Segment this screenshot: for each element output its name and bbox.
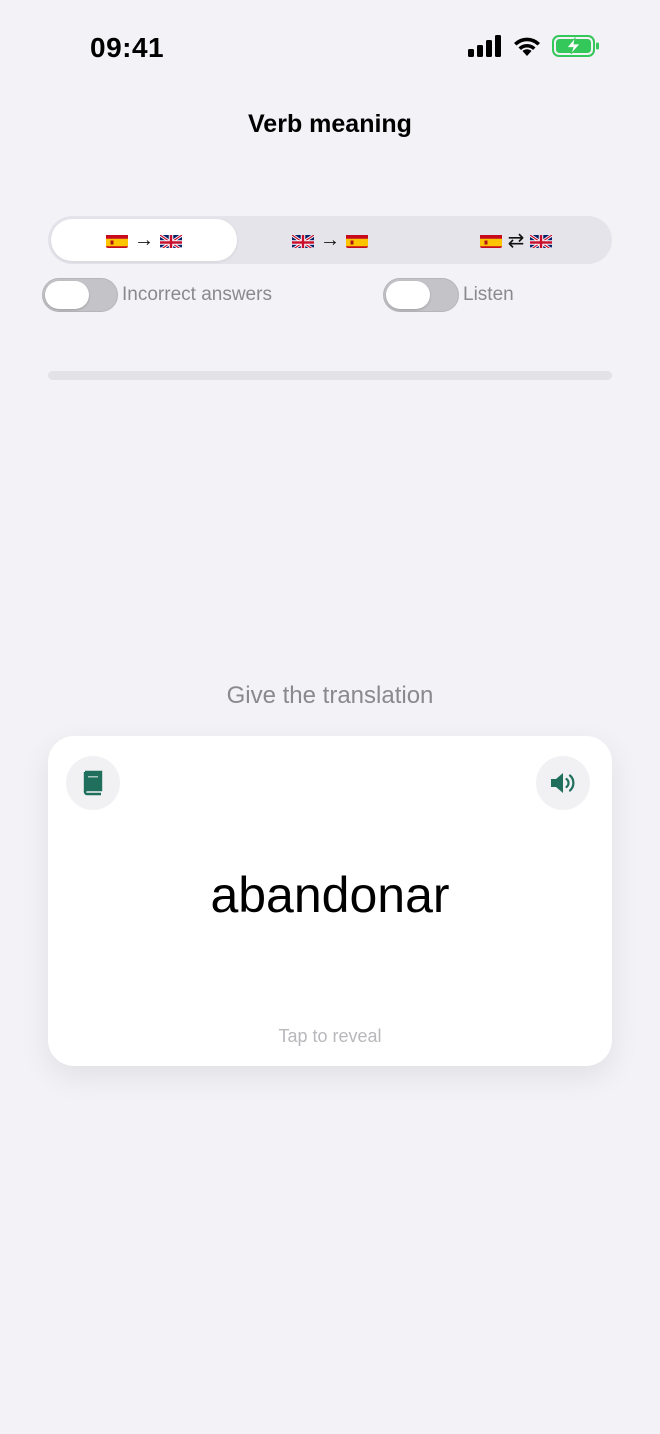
direction-segmented-control: → → ⇄ [48,216,612,264]
arrow-right-icon: → [134,228,154,251]
uk-flag-icon [160,233,182,248]
cellular-signal-icon [468,35,501,57]
status-bar: 09:41 [0,0,660,96]
toggle-knob [386,281,430,309]
swap-arrows-icon: ⇄ [507,229,525,252]
progress-bar [48,371,612,380]
spain-flag-icon [346,233,368,248]
segment-es-to-en[interactable]: → [51,219,237,261]
book-icon [83,770,103,796]
flashcard-word: abandonar [210,867,450,923]
segment-en-to-es[interactable]: → [237,219,423,261]
listen-toggle[interactable] [383,278,459,312]
page-title: Verb meaning [248,110,412,138]
prompt-text: Give the translation [226,682,434,709]
dictionary-button[interactable] [66,756,120,810]
spain-flag-icon [479,233,502,248]
incorrect-answers-label: Incorrect answers [122,284,272,305]
arrow-right-icon: → [320,228,340,251]
segment-both-directions[interactable]: ⇄ [423,219,609,261]
incorrect-answers-toggle[interactable] [42,278,118,312]
tap-to-reveal-hint: Tap to reveal [278,1026,382,1046]
status-time: 09:41 [90,32,165,63]
speaker-icon [551,773,575,793]
play-audio-button[interactable] [536,756,590,810]
incorrect-answers-option: Incorrect answers [42,278,272,312]
spain-flag-icon [106,233,128,248]
uk-flag-icon [530,233,553,248]
options-toggles: Incorrect answers Listen [42,278,622,314]
listen-option: Listen [383,278,514,312]
status-icons [468,34,600,58]
flashcard[interactable]: abandonar Tap to reveal [48,736,612,1066]
listen-label: Listen [463,284,514,305]
wifi-icon [514,37,540,56]
uk-flag-icon [292,233,314,248]
toggle-knob [45,281,89,309]
battery-charging-icon [552,35,599,57]
